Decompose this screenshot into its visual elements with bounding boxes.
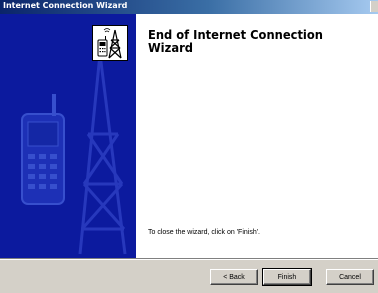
title-bar-button[interactable] — [370, 1, 378, 12]
title-bar[interactable]: Internet Connection Wizard — [0, 0, 378, 14]
radio-tower-phone-icon — [92, 25, 128, 61]
button-bar: < Back Finish Cancel — [0, 260, 378, 293]
instruction-text: To close the wizard, click on 'Finish'. — [148, 229, 260, 236]
page-title-line2: Wizard — [148, 40, 193, 55]
window-title: Internet Connection Wizard — [3, 1, 128, 10]
wizard-content: End of Internet Connection Wizard To clo… — [136, 14, 378, 258]
finish-button[interactable]: Finish — [262, 268, 312, 286]
back-button[interactable]: < Back — [210, 269, 258, 285]
cancel-button[interactable]: Cancel — [326, 269, 374, 285]
wizard-window: Internet Connection Wizard End of Intern… — [0, 0, 378, 293]
page-title: End of Internet Connection Wizard — [148, 28, 354, 54]
